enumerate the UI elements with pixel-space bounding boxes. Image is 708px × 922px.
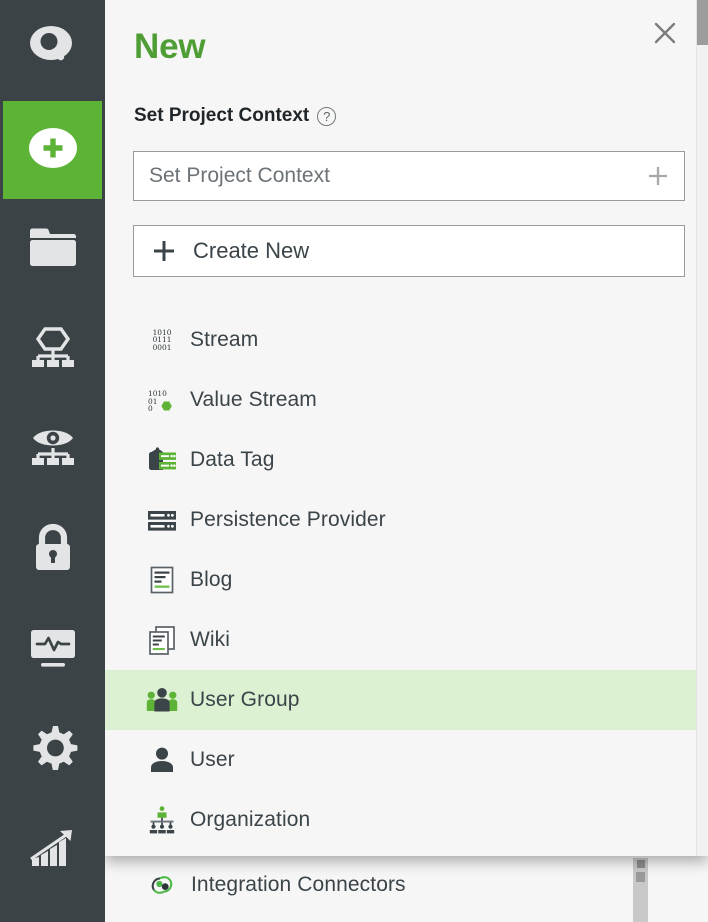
list-item-label: User Group (190, 688, 300, 712)
set-project-context-label-text: Set Project Context (134, 105, 309, 127)
set-project-context-input[interactable]: Set Project Context (133, 151, 685, 201)
sidebar-item-streams[interactable] (0, 300, 105, 400)
sidebar-item-new[interactable] (0, 100, 105, 200)
organization-tree-icon (145, 803, 179, 837)
sidebar-item-search[interactable] (0, 0, 105, 100)
integration-connectors-icon (145, 868, 179, 902)
hexagon-network-icon (27, 325, 79, 376)
new-panel: New Set Project Context ? Set Project Co… (105, 0, 708, 856)
list-item-label: Integration Connectors (191, 873, 406, 897)
list-item[interactable]: Integration Connectors (105, 855, 708, 915)
sidebar-item-settings[interactable] (0, 700, 105, 800)
page-title: New (134, 27, 205, 67)
add-project-context-button[interactable] (632, 163, 684, 189)
wiki-documents-icon (145, 623, 179, 657)
data-tag-icon (145, 443, 179, 477)
list-item-wiki[interactable]: Wiki (105, 610, 697, 670)
lock-icon (30, 523, 76, 578)
list-item-label: Stream (190, 328, 258, 352)
folder-icon (27, 225, 79, 276)
user-group-icon (145, 683, 179, 717)
list-item-label: User (190, 748, 235, 772)
user-icon (145, 743, 179, 777)
create-new-button[interactable]: Create New (133, 225, 685, 277)
set-project-context-label: Set Project Context ? (134, 105, 336, 127)
screen: Integration Connectors (0, 0, 708, 922)
gear-icon (27, 722, 79, 779)
new-item-list: 101001110001 Stream 1010010 Value Stream (105, 310, 697, 850)
close-icon (652, 20, 678, 51)
background-scrollbar-thumb[interactable] (636, 872, 645, 882)
sidebar-item-health[interactable] (0, 600, 105, 700)
list-item-label: Wiki (190, 628, 230, 652)
eye-network-icon (27, 425, 79, 476)
plus-circle-icon (27, 122, 79, 179)
sidebar-item-analytics[interactable] (0, 800, 105, 900)
monitor-pulse-icon (27, 627, 79, 674)
server-rack-icon (145, 503, 179, 537)
sidebar-item-folders[interactable] (0, 200, 105, 300)
list-item-blog[interactable]: Blog (105, 550, 697, 610)
list-item-persistence-provider[interactable]: Persistence Provider (105, 490, 697, 550)
binary-hexagon-icon: 1010010 (145, 383, 179, 417)
blog-document-icon (145, 563, 179, 597)
binary-stream-icon: 101001110001 (145, 323, 179, 357)
list-item-data-tag[interactable]: Data Tag (105, 430, 697, 490)
list-item-stream[interactable]: 101001110001 Stream (105, 310, 697, 370)
list-item-user[interactable]: User (105, 730, 697, 790)
set-project-context-placeholder: Set Project Context (134, 164, 632, 188)
list-item-value-stream[interactable]: 1010010 Value Stream (105, 370, 697, 430)
background-scrollbar-thumb-top[interactable] (637, 860, 645, 868)
list-item-label: Persistence Provider (190, 508, 386, 532)
close-button[interactable] (648, 18, 682, 52)
search-icon (27, 22, 79, 79)
plus-icon (151, 238, 177, 264)
bar-chart-arrow-icon (27, 825, 79, 876)
list-item-user-group[interactable]: User Group (105, 670, 697, 730)
left-sidebar (0, 0, 105, 922)
list-item-label: Blog (190, 568, 232, 592)
panel-scrollbar[interactable] (696, 0, 708, 856)
help-circle-icon[interactable]: ? (317, 107, 336, 126)
plus-icon (645, 163, 671, 189)
list-item-organization[interactable]: Organization (105, 790, 697, 850)
sidebar-item-security[interactable] (0, 500, 105, 600)
list-item-label: Organization (190, 808, 310, 832)
panel-scrollbar-thumb[interactable] (697, 0, 708, 45)
background-item-list: Integration Connectors (105, 855, 708, 915)
create-new-label: Create New (193, 238, 309, 264)
sidebar-item-monitor[interactable] (0, 400, 105, 500)
list-item-label: Value Stream (190, 388, 317, 412)
list-item-label: Data Tag (190, 448, 274, 472)
